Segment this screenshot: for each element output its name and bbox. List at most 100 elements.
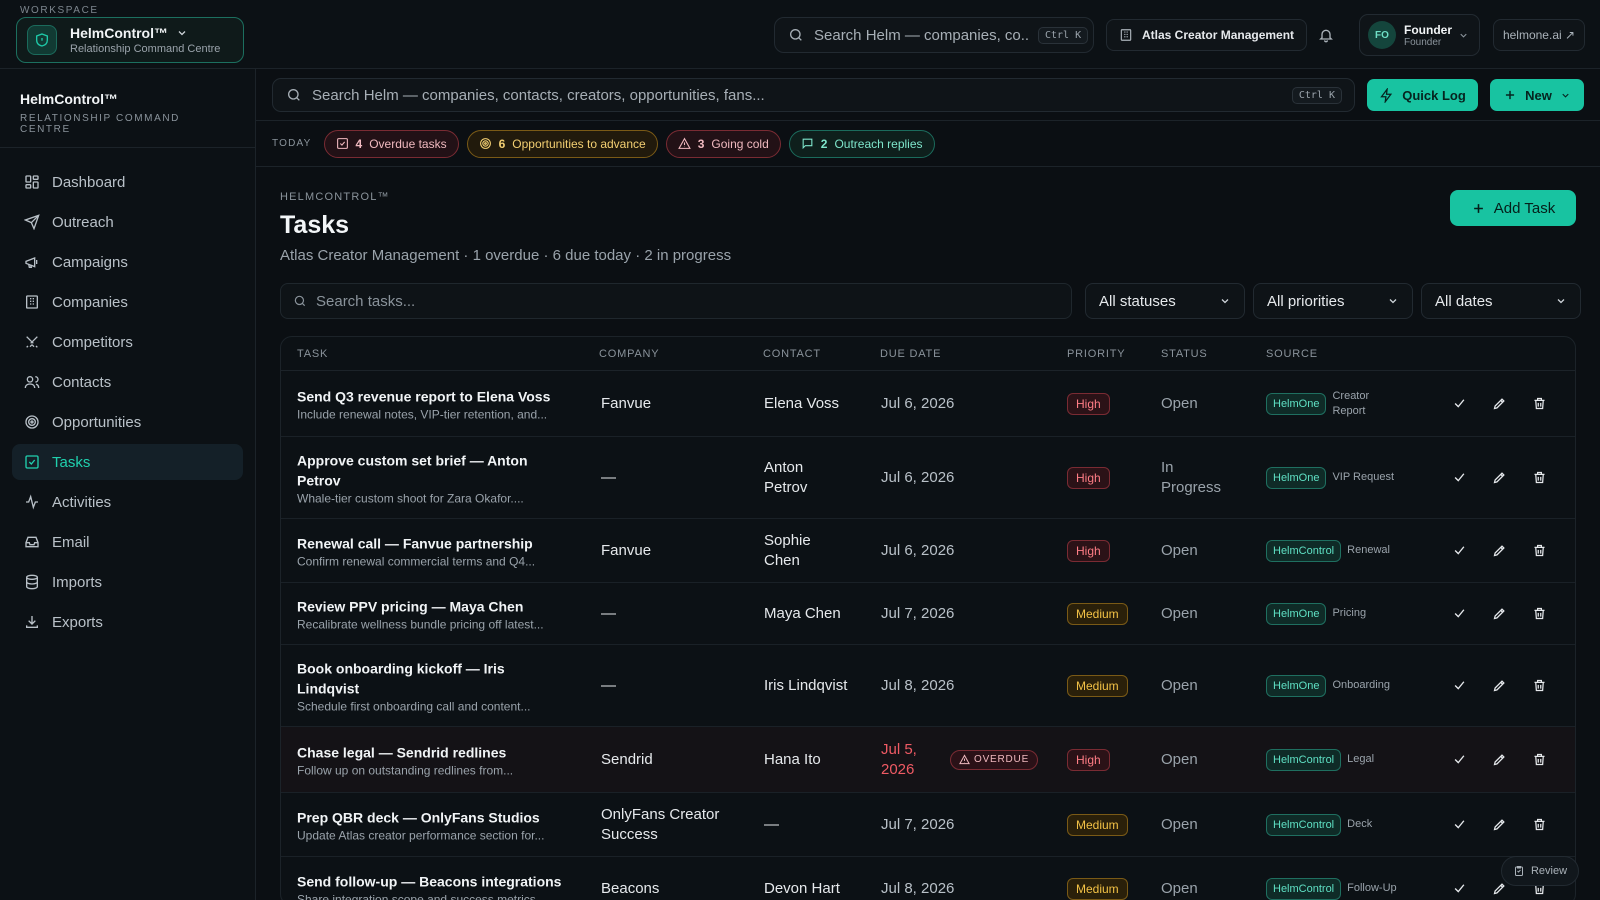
organization-name: Atlas Creator Management — [1142, 28, 1295, 42]
sidebar-item-dashboard[interactable]: Dashboard — [12, 164, 243, 200]
sidebar-item-label: Imports — [52, 573, 103, 591]
table-row[interactable]: Send follow-up — Beacons integrations Sh… — [281, 857, 1575, 900]
complete-check-icon[interactable] — [1451, 606, 1467, 622]
task-title[interactable]: Prep QBR deck — OnlyFans Studios — [297, 807, 567, 827]
column-header-status[interactable]: STATUS — [1161, 348, 1208, 360]
column-header-task[interactable]: TASK — [297, 348, 328, 360]
task-title[interactable]: Approve custom set brief — Anton Petrov — [297, 450, 567, 490]
global-search-input[interactable]: Search Helm — companies, co... Ctrl K — [774, 17, 1094, 53]
delete-trash-icon[interactable] — [1531, 470, 1547, 486]
table-row[interactable]: Review PPV pricing — Maya Chen Recalibra… — [281, 583, 1575, 645]
user-menu[interactable]: FO Founder Founder — [1359, 14, 1480, 56]
checkbox-icon — [336, 137, 349, 150]
edit-pencil-icon[interactable] — [1491, 817, 1507, 833]
complete-check-icon[interactable] — [1451, 752, 1467, 768]
sidebar-item-activities[interactable]: Activities — [12, 484, 243, 520]
source-cell: HelmControl Deck — [1266, 813, 1417, 836]
edit-pencil-icon[interactable] — [1491, 881, 1507, 897]
complete-check-icon[interactable] — [1451, 470, 1467, 486]
source-cell: HelmOne Onboarding — [1266, 674, 1402, 697]
task-title[interactable]: Book onboarding kickoff — Iris Lindqvist — [297, 658, 567, 698]
opportunities-chip[interactable]: 6 Opportunities to advance — [466, 129, 658, 158]
delete-trash-icon[interactable] — [1531, 817, 1547, 833]
edit-pencil-icon[interactable] — [1491, 606, 1507, 622]
new-button[interactable]: New — [1490, 79, 1584, 111]
status-filter-select[interactable]: All statuses — [1085, 283, 1245, 319]
task-title[interactable]: Send follow-up — Beacons integrations — [297, 871, 567, 891]
task-description: Recalibrate wellness bundle pricing off … — [297, 617, 544, 631]
column-header-source[interactable]: SOURCE — [1266, 348, 1318, 360]
outreach-replies-chip[interactable]: 2 Outreach replies — [788, 129, 935, 158]
column-header-company[interactable]: COMPANY — [599, 348, 659, 360]
organization-selector[interactable]: Atlas Creator Management — [1106, 19, 1308, 51]
complete-check-icon[interactable] — [1451, 396, 1467, 412]
workspace-switcher[interactable]: HelmControl™ Relationship Command Centre — [16, 17, 244, 63]
target-icon — [24, 414, 40, 430]
edit-pencil-icon[interactable] — [1491, 470, 1507, 486]
brand: HelmControl™ RELATIONSHIP COMMAND CENTRE — [0, 69, 255, 148]
column-header-priority[interactable]: PRIORITY — [1067, 348, 1125, 360]
source-note: Legal — [1347, 753, 1375, 765]
going-cold-chip[interactable]: 3 Going cold — [665, 129, 781, 158]
notifications-button[interactable] — [1310, 19, 1342, 51]
date-filter-select[interactable]: All dates — [1421, 283, 1581, 319]
edit-pencil-icon[interactable] — [1491, 396, 1507, 412]
review-button[interactable]: Review — [1501, 856, 1579, 886]
quick-log-button[interactable]: Quick Log — [1367, 79, 1478, 111]
chevron-down-icon — [1387, 295, 1399, 307]
overdue-tasks-chip[interactable]: 4 Overdue tasks — [323, 129, 459, 158]
delete-trash-icon[interactable] — [1531, 396, 1547, 412]
source-note: VIP Request — [1332, 471, 1395, 483]
table-row[interactable]: Prep QBR deck — OnlyFans Studios Update … — [281, 793, 1575, 857]
priority-badge: Medium — [1067, 813, 1128, 836]
sidebar-nav: Dashboard Outreach Campaigns Companies C… — [0, 148, 255, 640]
task-title[interactable]: Chase legal — Sendrid redlines — [297, 742, 567, 762]
complete-check-icon[interactable] — [1451, 881, 1467, 897]
edit-pencil-icon[interactable] — [1491, 752, 1507, 768]
task-search-input[interactable]: Search tasks... — [280, 283, 1072, 319]
source-badge: HelmOne — [1266, 466, 1327, 489]
task-cell: Prep QBR deck — OnlyFans Studios Update … — [297, 807, 567, 842]
sidebar-item-label: Opportunities — [52, 413, 142, 431]
task-title[interactable]: Send Q3 revenue report to Elena Voss — [297, 386, 567, 406]
delete-trash-icon[interactable] — [1531, 752, 1547, 768]
sidebar-item-contacts[interactable]: Contacts — [12, 364, 243, 400]
sidebar-item-outreach[interactable]: Outreach — [12, 204, 243, 240]
sidebar-item-campaigns[interactable]: Campaigns — [12, 244, 243, 280]
sidebar-item-competitors[interactable]: Competitors — [12, 324, 243, 360]
task-title[interactable]: Review PPV pricing — Maya Chen — [297, 596, 567, 616]
sidebar-item-opportunities[interactable]: Opportunities — [12, 404, 243, 440]
table-row[interactable]: Renewal call — Fanvue partnership Confir… — [281, 519, 1575, 583]
chip-count: 3 — [697, 136, 705, 151]
table-row[interactable]: Book onboarding kickoff — Iris Lindqvist… — [281, 645, 1575, 727]
delete-trash-icon[interactable] — [1531, 543, 1547, 559]
edit-pencil-icon[interactable] — [1491, 543, 1507, 559]
search-icon — [286, 87, 302, 103]
complete-check-icon[interactable] — [1451, 817, 1467, 833]
sidebar-item-exports[interactable]: Exports — [12, 604, 243, 640]
column-header-contact[interactable]: CONTACT — [763, 348, 821, 360]
company-cell: Sendrid — [601, 750, 653, 768]
complete-check-icon[interactable] — [1451, 678, 1467, 694]
add-task-button[interactable]: Add Task — [1450, 190, 1576, 226]
sidebar-item-imports[interactable]: Imports — [12, 564, 243, 600]
edit-pencil-icon[interactable] — [1491, 678, 1507, 694]
sidebar-item-tasks[interactable]: Tasks — [12, 444, 243, 480]
chevron-down-icon — [1219, 295, 1231, 307]
delete-trash-icon[interactable] — [1531, 678, 1547, 694]
row-actions — [1451, 606, 1547, 622]
external-site-link[interactable]: helmone.ai ↗ — [1493, 19, 1585, 51]
complete-check-icon[interactable] — [1451, 543, 1467, 559]
column-header-due-date[interactable]: DUE DATE — [880, 348, 941, 360]
delete-trash-icon[interactable] — [1531, 606, 1547, 622]
sidebar-item-companies[interactable]: Companies — [12, 284, 243, 320]
priority-filter-select[interactable]: All priorities — [1253, 283, 1413, 319]
task-title[interactable]: Renewal call — Fanvue partnership — [297, 533, 567, 553]
table-row[interactable]: Chase legal — Sendrid redlines Follow up… — [281, 727, 1575, 793]
sidebar-item-label: Campaigns — [52, 253, 128, 271]
table-row[interactable]: Send Q3 revenue report to Elena Voss Inc… — [281, 371, 1575, 437]
sidebar-item-email[interactable]: Email — [12, 524, 243, 560]
command-search-input[interactable]: Search Helm — companies, contacts, creat… — [272, 78, 1355, 112]
inbox-icon — [24, 534, 40, 550]
table-row[interactable]: Approve custom set brief — Anton Petrov … — [281, 437, 1575, 519]
